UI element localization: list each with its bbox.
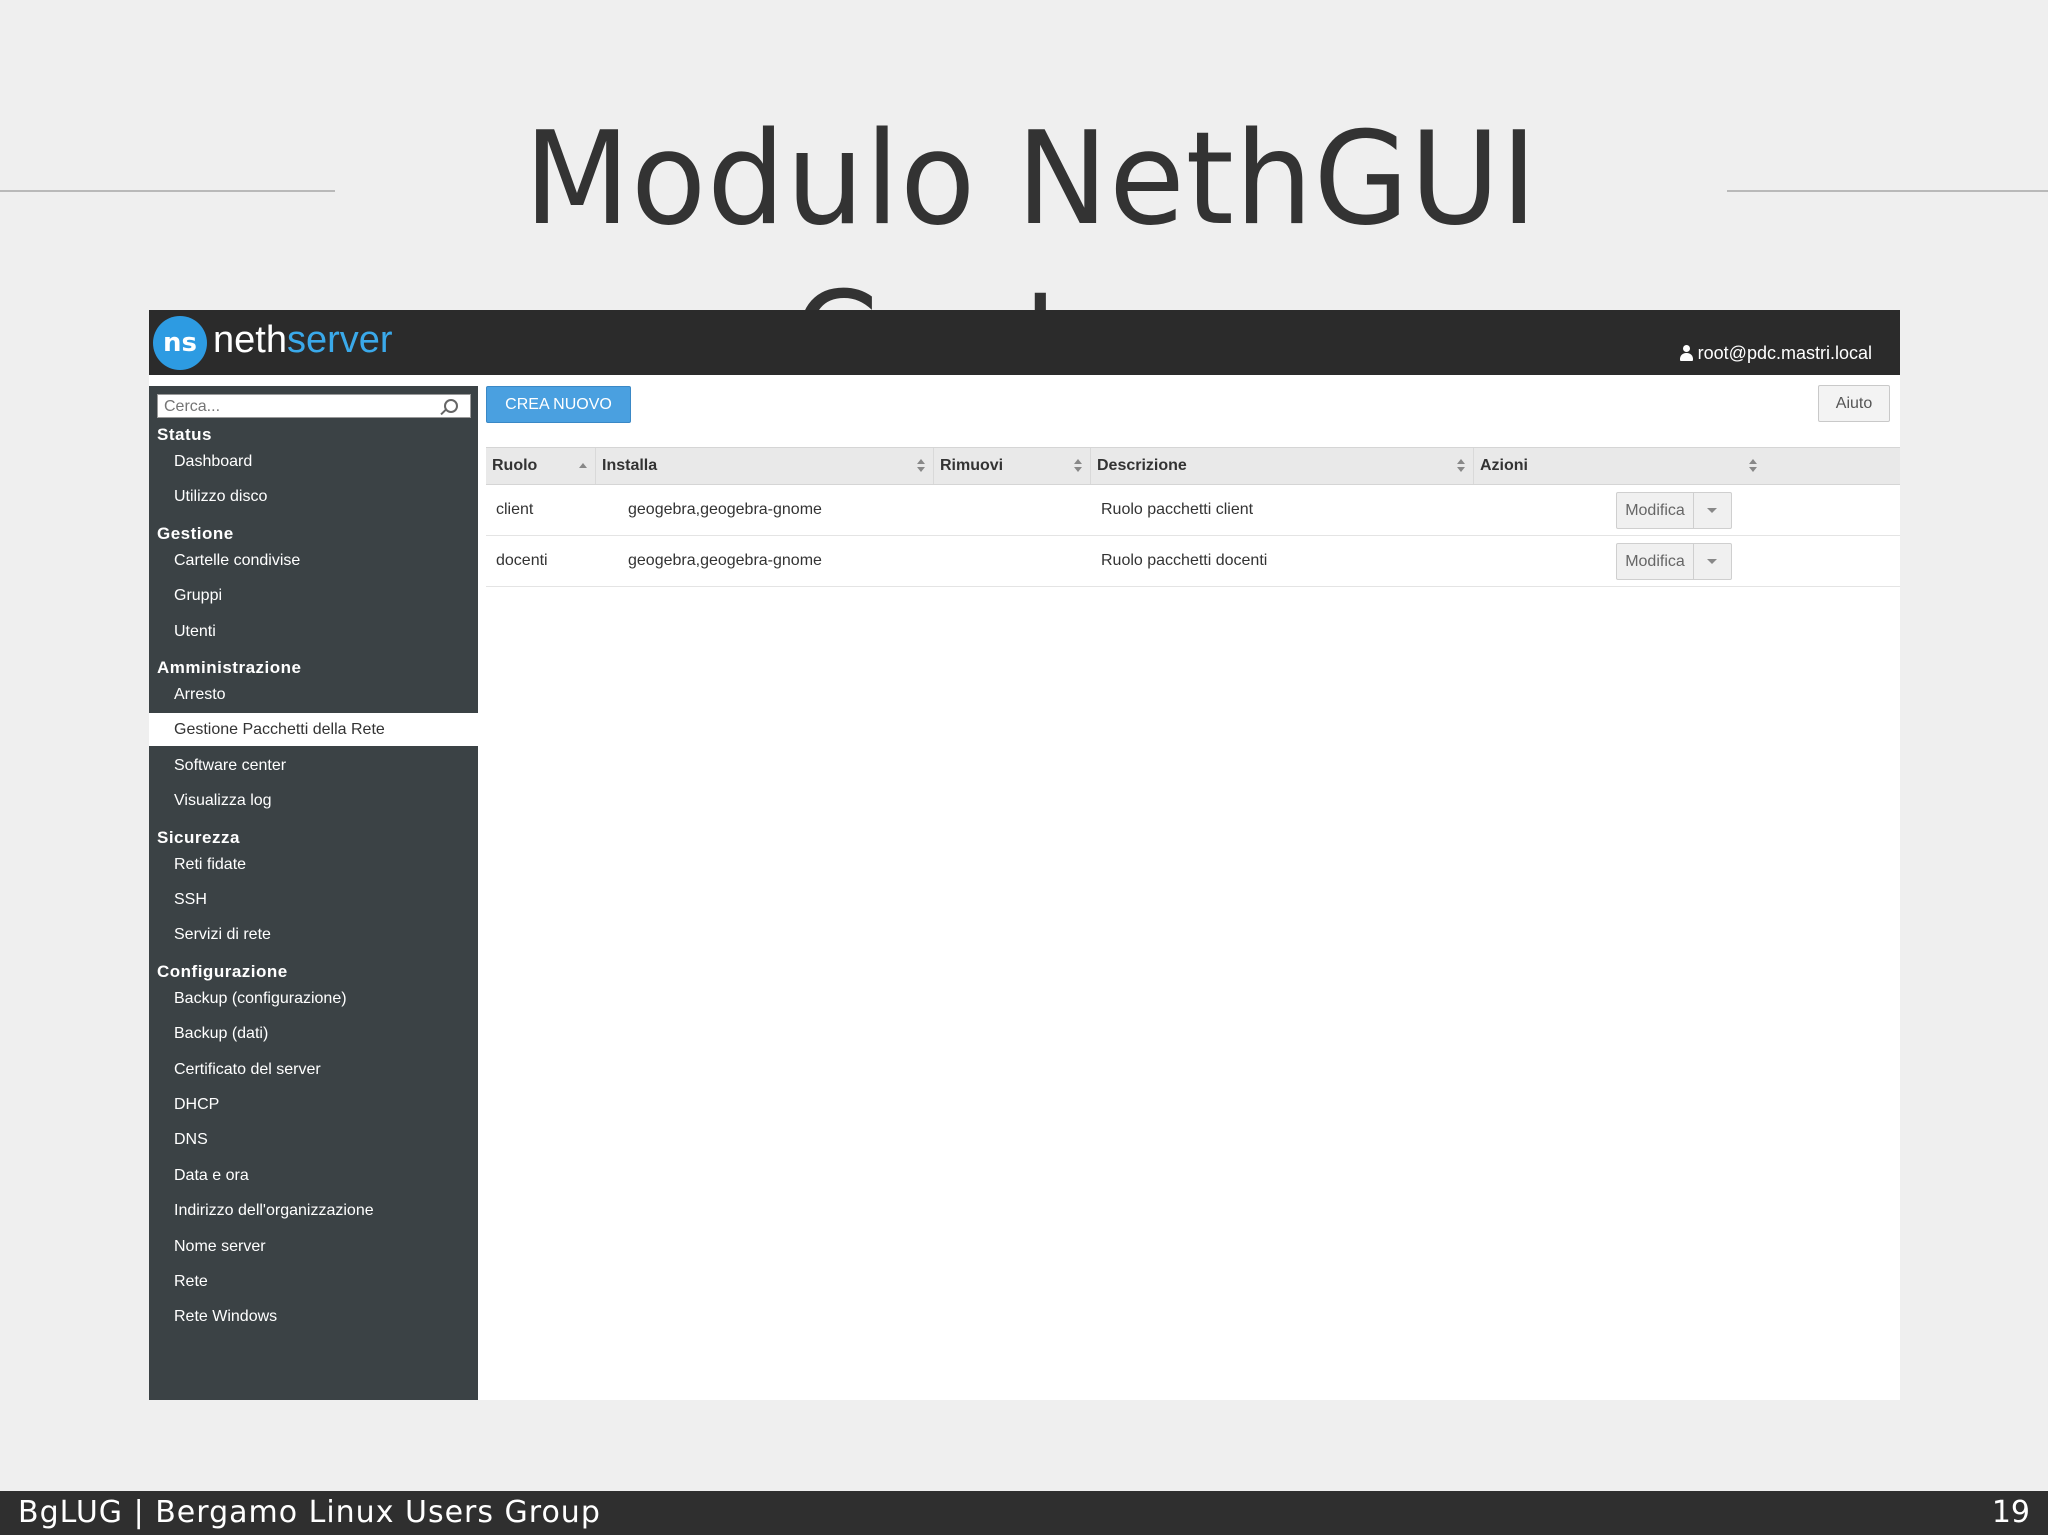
cell-ruolo: docenti	[496, 552, 548, 569]
sidebar-item-utilizzo-disco[interactable]: Utilizzo disco	[149, 480, 478, 513]
cell-installa: geogebra,geogebra-gnome	[628, 501, 822, 518]
sidebar-item-servizi-di-rete[interactable]: Servizi di rete	[149, 918, 478, 951]
row-action-split-button: Modifica	[1616, 543, 1732, 580]
packages-table: Ruolo Installa Rimuovi Descrizione Azion…	[486, 447, 1900, 587]
sidebar-item-dhcp[interactable]: DHCP	[149, 1088, 478, 1121]
column-header-label: Descrizione	[1097, 457, 1187, 474]
sidebar-item-arresto[interactable]: Arresto	[149, 678, 478, 711]
footer-text: BgLUG | Bergamo Linux Users Group	[18, 1495, 601, 1530]
column-header-label: Installa	[602, 457, 658, 474]
sidebar-item-rete[interactable]: Rete	[149, 1265, 478, 1298]
sidebar-item-reti-fidate[interactable]: Reti fidate	[149, 848, 478, 881]
sidebar-item-gruppi[interactable]: Gruppi	[149, 579, 478, 612]
sidebar-group-heading: Amministrazione	[157, 658, 302, 677]
sidebar-group-heading: Status	[157, 425, 212, 444]
sort-ascending-icon[interactable]	[579, 459, 587, 473]
cell-descrizione: Ruolo pacchetti client	[1101, 501, 1254, 518]
title-rule-right	[1727, 190, 2048, 192]
sort-icon[interactable]	[1457, 459, 1465, 473]
nethserver-screenshot: ns nethserver root@pdc.mastri.local Stat…	[149, 310, 1900, 1400]
sidebar-item-dashboard[interactable]: Dashboard	[149, 445, 478, 478]
search-box[interactable]	[157, 394, 471, 418]
sort-icon[interactable]	[917, 459, 925, 473]
slide-title: Modulo NethGUI Custom	[524, 105, 1538, 414]
cell-ruolo: client	[496, 501, 534, 518]
table-header: Ruolo Installa Rimuovi Descrizione Azion…	[486, 447, 1900, 485]
page-number: 19	[1991, 1495, 2030, 1530]
column-header-rimuovi[interactable]: Rimuovi	[934, 448, 1091, 484]
chevron-down-icon[interactable]	[1707, 559, 1717, 564]
column-header-label: Rimuovi	[940, 457, 1004, 474]
sidebar: StatusDashboardUtilizzo disco GestioneCar…	[149, 386, 478, 1400]
brand-part-1: neth	[213, 319, 287, 361]
chevron-down-icon[interactable]	[1707, 508, 1717, 513]
cell-descrizione: Ruolo pacchetti docenti	[1101, 552, 1268, 569]
title-rule-left	[0, 190, 335, 192]
sort-icon[interactable]	[1074, 459, 1082, 473]
sidebar-group-heading: Configurazione	[157, 961, 288, 981]
user-icon	[1679, 345, 1693, 361]
sidebar-item-data-e-ora[interactable]: Data e ora	[149, 1159, 478, 1192]
row-action-split-button: Modifica	[1616, 492, 1732, 529]
sidebar-group-heading: Gestione	[157, 523, 234, 543]
column-header-installa[interactable]: Installa	[596, 448, 934, 484]
column-header-label: Ruolo	[492, 457, 538, 474]
sort-icon[interactable]	[1749, 459, 1757, 473]
edit-button[interactable]: Modifica	[1617, 493, 1694, 528]
user-menu[interactable]: root@pdc.mastri.local	[1679, 343, 1872, 364]
sidebar-item-certificato-del-server[interactable]: Certificato del server	[149, 1053, 478, 1086]
help-button[interactable]: Aiuto	[1818, 385, 1890, 422]
sidebar-item-rete-windows[interactable]: Rete Windows	[149, 1300, 478, 1333]
edit-button[interactable]: Modifica	[1617, 544, 1694, 579]
sidebar-group-heading: Sicurezza	[157, 827, 240, 847]
column-header-label: Azioni	[1480, 457, 1528, 474]
sidebar-item-visualizza-log[interactable]: Visualizza log	[149, 784, 478, 817]
column-header-descrizione[interactable]: Descrizione	[1091, 448, 1474, 484]
sidebar-item-nome-server[interactable]: Nome server	[149, 1230, 478, 1263]
brand-part-2: server	[286, 319, 393, 361]
nethserver-logo-icon[interactable]: ns	[153, 316, 207, 370]
cell-rimuovi	[934, 536, 1091, 586]
brand-logo[interactable]: nethserver	[213, 318, 393, 362]
user-name: root@pdc.mastri.local	[1697, 343, 1872, 363]
sidebar-item-backup-dati[interactable]: Backup (dati)	[149, 1017, 478, 1050]
sidebar-item-utenti[interactable]: Utenti	[149, 615, 478, 648]
app-header: ns nethserver root@pdc.mastri.local	[149, 310, 1900, 375]
search-input[interactable]	[162, 396, 446, 418]
column-header-azioni[interactable]: Azioni	[1474, 448, 1765, 484]
slide-footer: BgLUG | Bergamo Linux Users Group 19	[0, 1491, 2048, 1535]
sidebar-item-cartelle-condivise[interactable]: Cartelle condivise	[149, 544, 478, 577]
sidebar-item-indirizzo-dell-organizzazione[interactable]: Indirizzo dell'organizzazione	[149, 1194, 478, 1227]
sidebar-item-gestione-pacchetti-della-rete[interactable]: Gestione Pacchetti della Rete	[149, 713, 478, 747]
sidebar-item-ssh[interactable]: SSH	[149, 883, 478, 916]
sidebar-item-software-center[interactable]: Software center	[149, 749, 478, 782]
cell-rimuovi	[934, 485, 1091, 535]
create-new-button[interactable]: CREA NUOVO	[486, 386, 631, 423]
table-row[interactable]: docenti geogebra,geogebra-gnome Ruolo pa…	[486, 536, 1900, 587]
sidebar-item-backup-configurazione[interactable]: Backup (configurazione)	[149, 982, 478, 1015]
table-row[interactable]: client geogebra,geogebra-gnome Ruolo pac…	[486, 485, 1900, 536]
cell-installa: geogebra,geogebra-gnome	[628, 552, 822, 569]
column-header-ruolo[interactable]: Ruolo	[486, 448, 596, 484]
search-icon[interactable]	[444, 399, 458, 413]
sidebar-item-dns[interactable]: DNS	[149, 1123, 478, 1156]
